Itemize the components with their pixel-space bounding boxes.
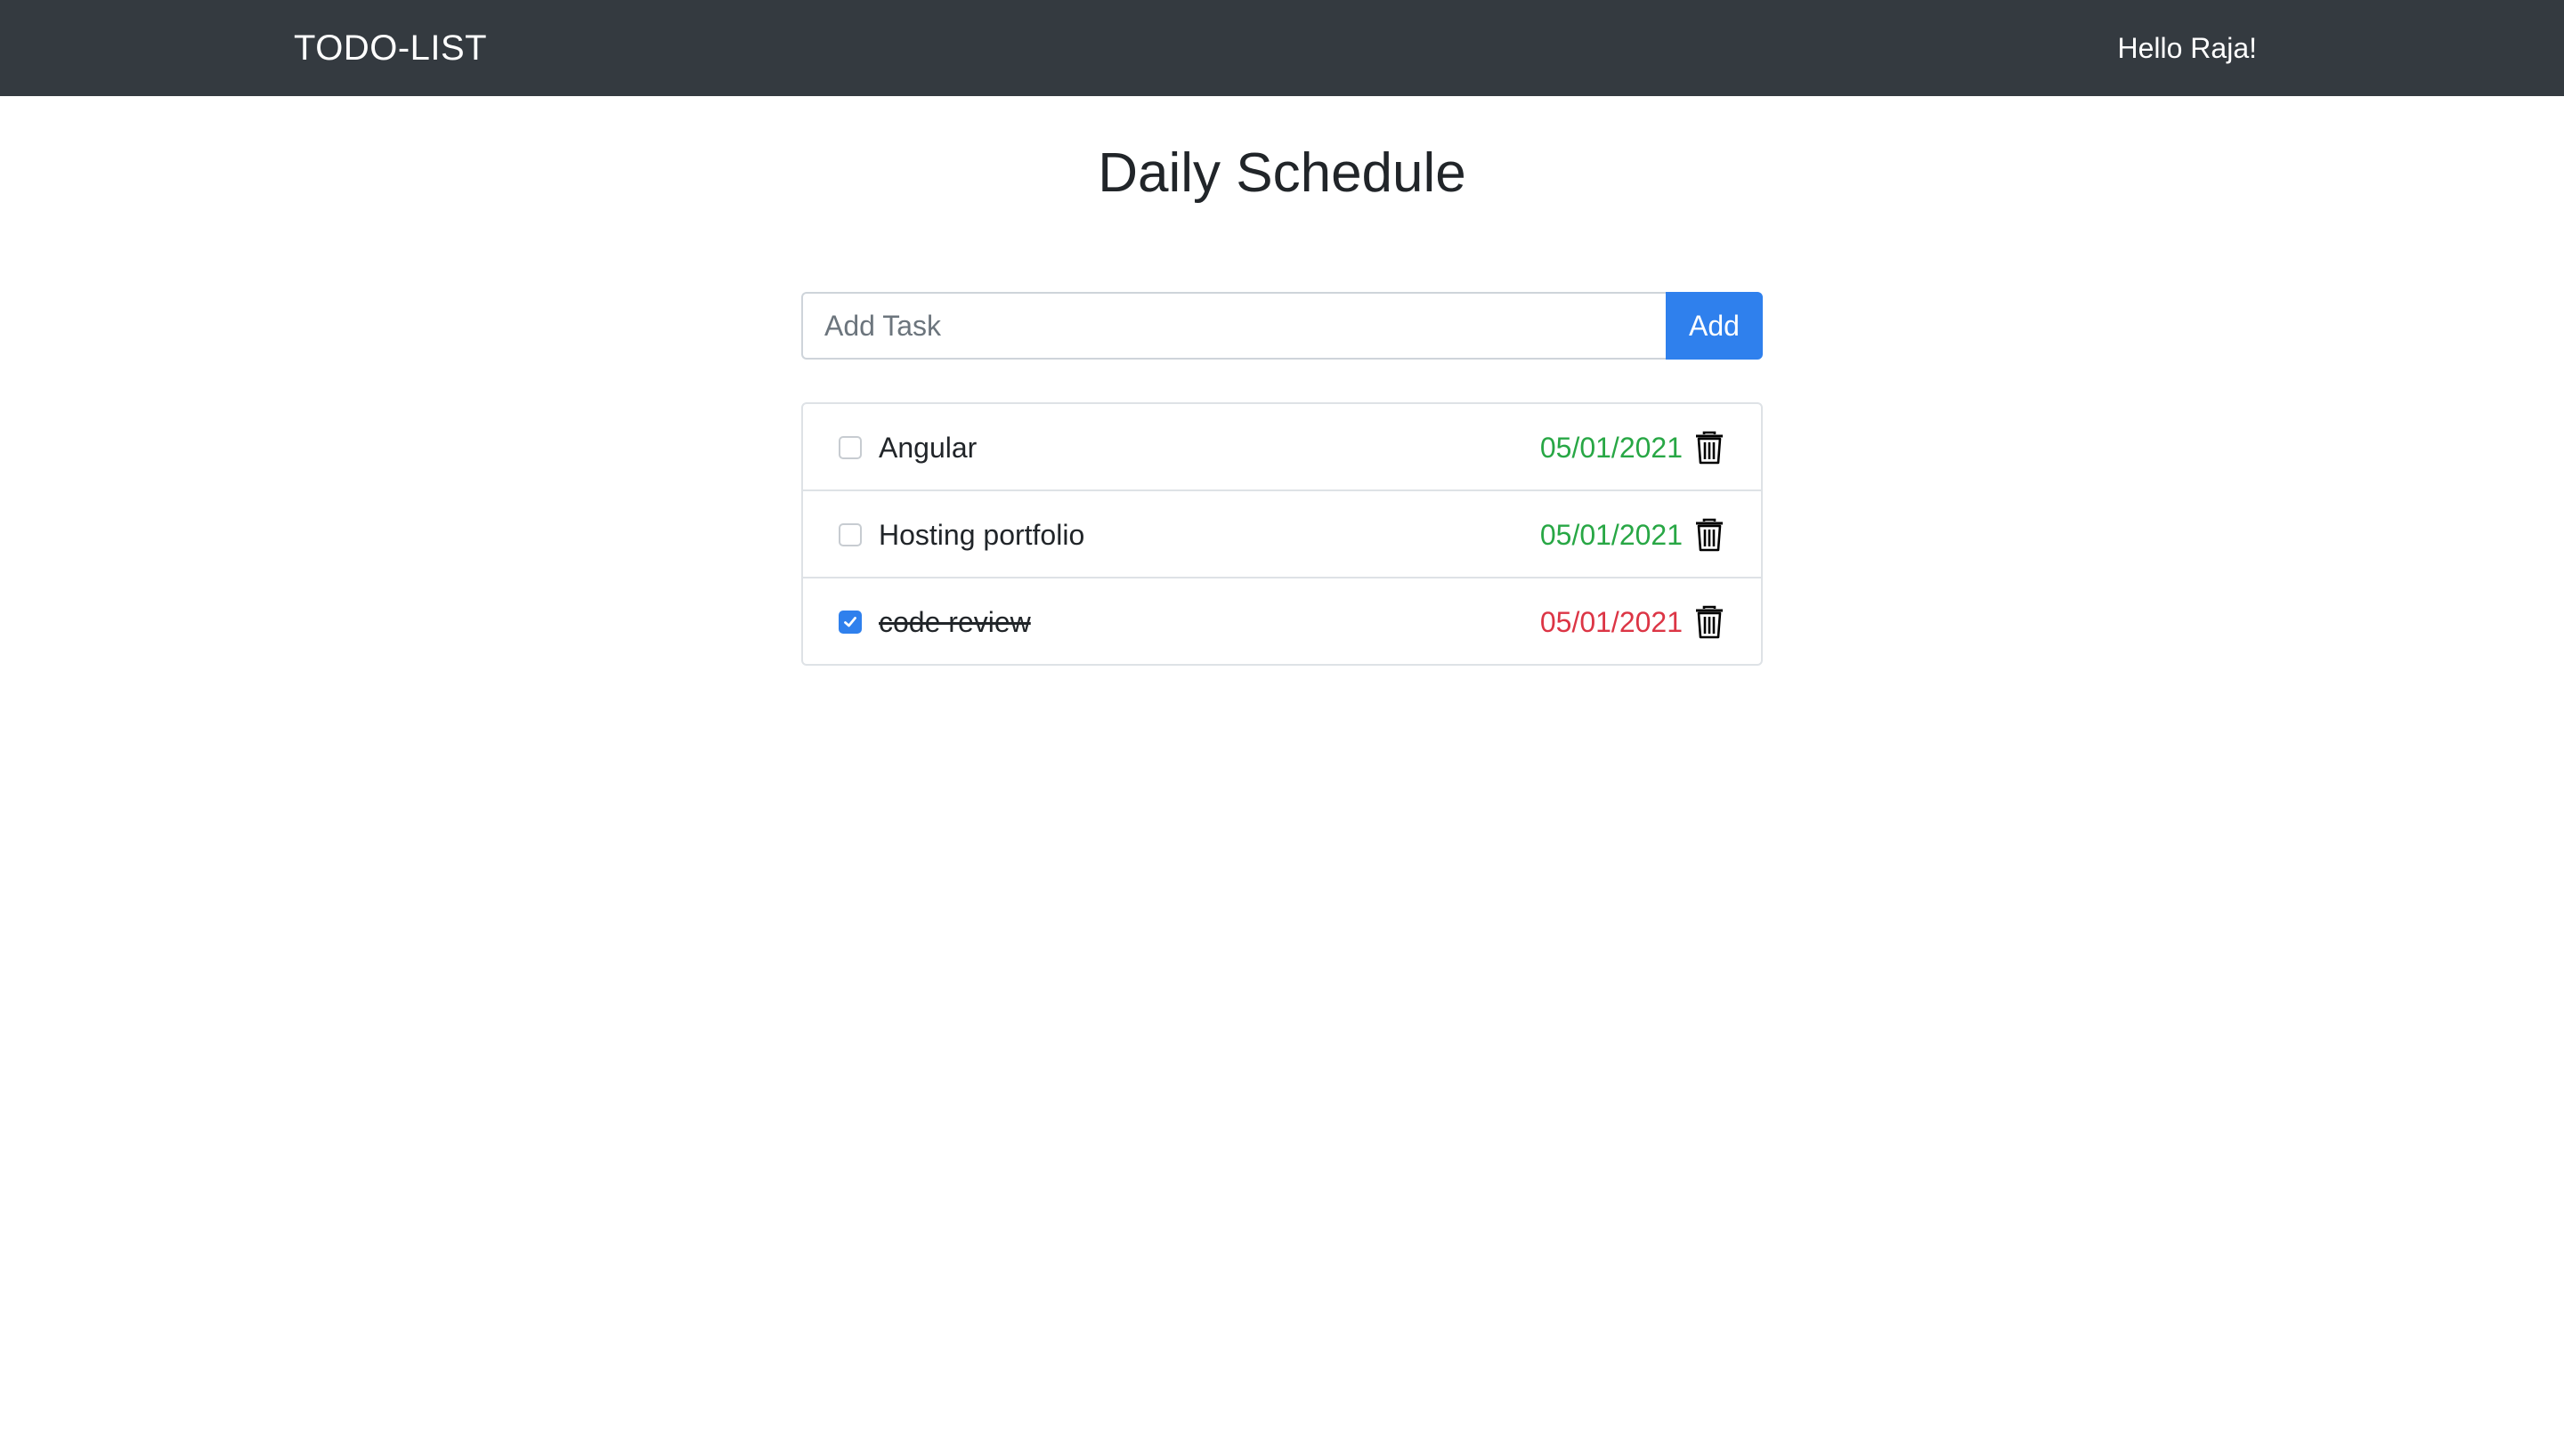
user-greeting: Hello Raja! [2117,32,2257,64]
task-checkbox[interactable] [839,436,862,459]
checkmark-icon [844,617,856,627]
task-date: 05/01/2021 [1539,606,1683,638]
task-date: 05/01/2021 [1539,519,1683,551]
task-date: 05/01/2021 [1539,432,1683,464]
task-label: code review [879,606,1031,638]
task-row: code review 05/01/2021 [803,578,1761,664]
task-label: Angular [879,432,978,464]
trash-icon[interactable] [1693,518,1725,552]
add-task-form: Add [801,292,1763,360]
add-task-input[interactable] [801,292,1666,360]
top-navbar: TODO-LIST Hello Raja! [0,0,2564,96]
task-list: Angular 05/01/2021 Hosting portfolio 05/… [801,402,1763,666]
trash-icon[interactable] [1693,431,1725,465]
brand-logo-text[interactable]: TODO-LIST [294,0,487,96]
task-checkbox[interactable] [839,523,862,546]
task-row: Angular 05/01/2021 [803,404,1761,491]
trash-icon[interactable] [1693,605,1725,639]
task-label: Hosting portfolio [879,519,1085,551]
task-row: Hosting portfolio 05/01/2021 [803,491,1761,578]
page-title: Daily Schedule [1098,142,1466,204]
add-task-button[interactable]: Add [1666,292,1763,360]
task-checkbox[interactable] [839,611,862,634]
